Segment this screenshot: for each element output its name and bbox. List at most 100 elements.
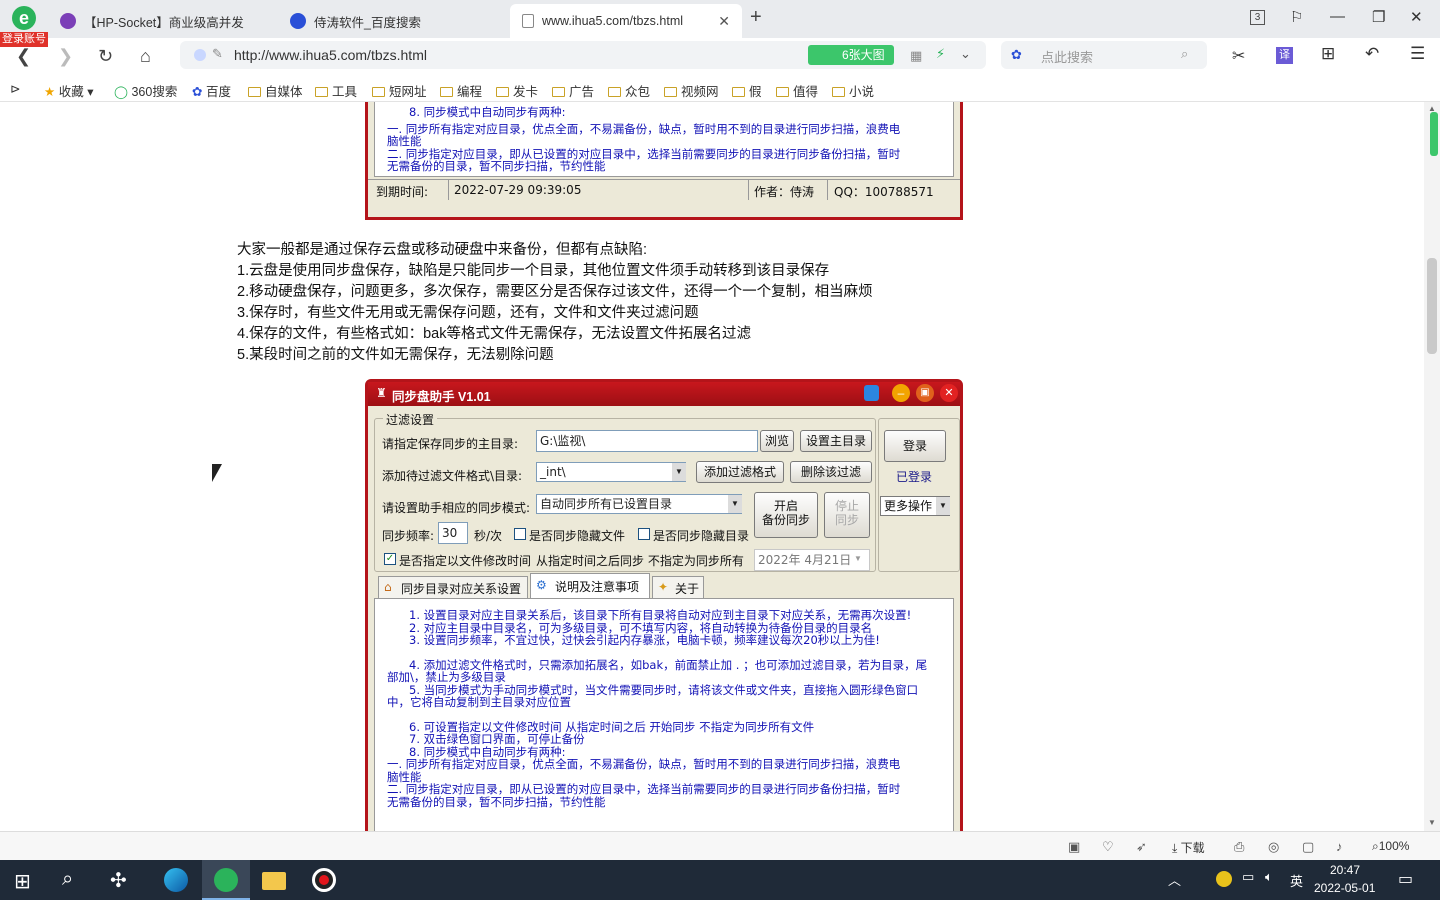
tab-about[interactable]: ✦ 关于 bbox=[652, 576, 704, 598]
refresh-icon[interactable]: ↻ bbox=[98, 46, 113, 67]
tab-notes[interactable]: ⚙ 说明及注意事项 bbox=[530, 573, 650, 599]
delete-filter-button[interactable]: 删除该过滤 bbox=[790, 461, 872, 483]
speaker-icon[interactable]: 🔈︎ bbox=[1265, 869, 1273, 885]
tab-dir-mapping[interactable]: ⌂ 同步目录对应关系设置 bbox=[378, 576, 528, 598]
set-main-dir-button[interactable]: 设置主目录 bbox=[800, 430, 872, 452]
bookmark-folder[interactable]: 编程 bbox=[440, 81, 482, 100]
bookmark-folder[interactable]: 众包 bbox=[608, 81, 650, 100]
rocket-icon[interactable]: ➶ bbox=[1136, 839, 1147, 855]
heart-icon[interactable]: ♡ bbox=[1102, 839, 1114, 855]
sync-hidden-dirs-checkbox[interactable] bbox=[638, 528, 650, 540]
login-button[interactable]: 登录 bbox=[884, 430, 946, 462]
tab-ihua5[interactable]: www.ihua5.com/tbzs.html ✕ bbox=[510, 4, 742, 38]
chevron-down-icon[interactable]: ▼ bbox=[854, 554, 862, 563]
tab-baidu-search[interactable]: 侍涛软件_百度搜索 bbox=[278, 4, 508, 38]
no-image-icon[interactable]: ✎ bbox=[212, 46, 223, 62]
bookmark-360[interactable]: ◯ 360搜索 bbox=[114, 81, 177, 100]
bookmarks-bar: ⊳ ★ 收藏 ▾ ◯ 360搜索 ✿ 百度 自媒体 工具 短网址 编程 发卡 广… bbox=[0, 76, 1440, 102]
sync-mode-select[interactable]: 自动同步所有已设置目录 bbox=[536, 494, 742, 514]
tab-count-icon[interactable]: 3 bbox=[1250, 10, 1265, 25]
skin-shirt-icon[interactable] bbox=[864, 385, 879, 401]
share-icon[interactable]: ◎ bbox=[1268, 839, 1279, 855]
stop-sync-button[interactable]: 停止 同步 bbox=[824, 492, 870, 538]
bookmark-folder[interactable]: 发卡 bbox=[496, 81, 538, 100]
search-engine-icon[interactable]: ✿ bbox=[1011, 47, 1022, 63]
restore-icon[interactable]: ❐ bbox=[1372, 8, 1385, 26]
chevron-down-icon[interactable]: ⌄ bbox=[960, 46, 971, 62]
chevron-down-icon[interactable]: ▼ bbox=[728, 495, 742, 513]
start-sync-button[interactable]: 开启 备份同步 bbox=[754, 492, 818, 538]
network-icon[interactable]: ▭ bbox=[1242, 869, 1254, 885]
notification-icon[interactable]: ▭ bbox=[1398, 869, 1413, 889]
download-button[interactable]: ⤓ 下载 bbox=[1172, 839, 1205, 856]
date-picker[interactable]: 2022年 4月21日 bbox=[754, 549, 870, 571]
minimize-icon[interactable]: – bbox=[892, 384, 910, 402]
home-icon[interactable]: ⌂ bbox=[140, 46, 151, 67]
ime-indicator[interactable]: 英 bbox=[1290, 871, 1303, 890]
forward-icon[interactable]: ❯ bbox=[58, 46, 73, 67]
tray-chevron-icon[interactable]: ︿ bbox=[1168, 870, 1181, 889]
scroll-thumb[interactable] bbox=[1427, 258, 1437, 354]
tray-app-icon[interactable] bbox=[1216, 871, 1232, 887]
bookmark-folder[interactable]: 假 bbox=[732, 81, 762, 100]
new-tab-button[interactable]: + bbox=[750, 6, 762, 29]
bookmark-folder[interactable]: 广告 bbox=[552, 81, 594, 100]
clock-time[interactable]: 20:47 bbox=[1330, 863, 1360, 877]
scissors-icon[interactable]: ✂ bbox=[1232, 46, 1245, 66]
bookmark-favorites[interactable]: ★ 收藏 ▾ bbox=[44, 81, 93, 100]
back-icon[interactable]: ❮ bbox=[16, 46, 31, 67]
printer-icon[interactable]: ⎙ bbox=[1234, 839, 1244, 855]
edge-icon[interactable] bbox=[164, 868, 188, 892]
browse-button[interactable]: 浏览 bbox=[760, 430, 794, 452]
big-images-button[interactable]: 6张大图 bbox=[808, 45, 894, 65]
maximize-icon[interactable]: ▣ bbox=[916, 384, 934, 402]
chevron-down-icon[interactable]: ▼ bbox=[672, 463, 686, 481]
skin-icon[interactable]: ⚐ bbox=[1290, 8, 1303, 26]
apps-grid-icon[interactable]: ⊞ bbox=[1321, 44, 1335, 64]
taskbar-360-active[interactable] bbox=[202, 860, 250, 900]
bookmark-folder[interactable]: 短网址 bbox=[372, 81, 427, 100]
bookmark-folder[interactable]: 视频网 bbox=[664, 81, 719, 100]
window-icon[interactable]: ▢ bbox=[1302, 839, 1314, 855]
volume-icon[interactable]: ♪ bbox=[1336, 839, 1343, 854]
bookmark-baidu[interactable]: ✿ 百度 bbox=[192, 81, 231, 100]
zoom-control[interactable]: ⌕100% bbox=[1372, 839, 1409, 854]
page-scrollbar[interactable]: ▲ ▼ bbox=[1424, 102, 1440, 831]
freq-input[interactable]: 30 bbox=[438, 522, 468, 544]
browser-logo-icon[interactable]: e bbox=[12, 6, 36, 30]
bookmark-folder[interactable]: 自媒体 bbox=[248, 81, 303, 100]
scroll-down-icon[interactable]: ▼ bbox=[1428, 818, 1436, 827]
chevron-down-icon[interactable]: ▼ bbox=[936, 497, 950, 515]
login-badge[interactable]: 登录账号 bbox=[0, 32, 48, 47]
tab-hp-socket[interactable]: 【HP-Socket】商业级高并发 bbox=[48, 4, 276, 38]
image-icon[interactable]: ▣ bbox=[1068, 839, 1080, 855]
qr-icon[interactable]: ▦ bbox=[910, 48, 922, 64]
bookmark-folder[interactable]: 工具 bbox=[315, 81, 357, 100]
windows-start-icon[interactable]: ⊞ bbox=[14, 869, 31, 894]
bookmark-folder[interactable]: 值得 bbox=[776, 81, 818, 100]
search-box[interactable]: ✿ 点此搜索 ⌕ bbox=[1001, 41, 1207, 69]
sync-hidden-dirs-label: 是否同步隐藏目录 bbox=[653, 529, 750, 543]
close-tab-icon[interactable]: ✕ bbox=[718, 13, 730, 30]
search-icon[interactable]: ⌕ bbox=[1181, 46, 1188, 62]
sync-hidden-files-checkbox[interactable] bbox=[514, 528, 526, 540]
file-explorer-icon[interactable] bbox=[262, 872, 286, 890]
minimize-icon[interactable]: — bbox=[1330, 8, 1345, 25]
translate-icon[interactable]: 译 bbox=[1276, 47, 1293, 64]
bookmark-folder[interactable]: 小说 bbox=[832, 81, 874, 100]
close-window-icon[interactable]: ✕ bbox=[1410, 8, 1423, 26]
menu-icon[interactable]: ☰ bbox=[1410, 44, 1425, 64]
main-dir-input[interactable]: G:\监视\ bbox=[536, 430, 758, 452]
modify-time-checkbox[interactable]: ✓ bbox=[384, 553, 396, 565]
speed-icon[interactable]: ⚡ bbox=[936, 46, 945, 62]
app-switch-icon[interactable]: ✣ bbox=[110, 868, 127, 893]
security-icon[interactable] bbox=[194, 49, 206, 61]
close-icon[interactable]: ✕ bbox=[940, 384, 958, 402]
undo-icon[interactable]: ↶ bbox=[1365, 44, 1379, 64]
add-filter-button[interactable]: 添加过滤格式 bbox=[696, 461, 784, 483]
record-icon[interactable] bbox=[312, 868, 336, 892]
clock-date[interactable]: 2022-05-01 bbox=[1314, 881, 1375, 895]
search-icon[interactable]: ⌕ bbox=[62, 868, 73, 891]
sidebar-toggle-icon[interactable]: ⊳ bbox=[10, 81, 20, 96]
filter-format-select[interactable]: _int\ bbox=[536, 462, 686, 482]
